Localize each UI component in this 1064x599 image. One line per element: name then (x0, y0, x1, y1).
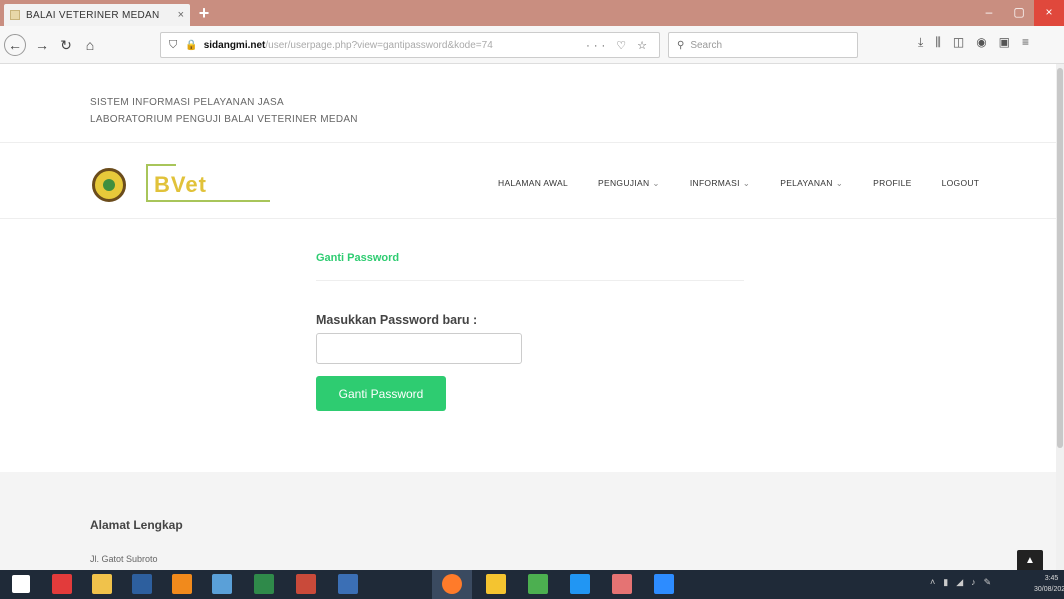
firefox-icon[interactable] (442, 574, 462, 594)
divider (0, 142, 1064, 143)
nav-label: INFORMASI (689, 178, 740, 188)
footer-title: Alamat Lengkap (90, 518, 183, 532)
header-line-2: LABORATORIUM PENGUJI BALAI VETERINER MED… (90, 114, 358, 125)
search-placeholder: Search (690, 39, 723, 51)
chevron-down-icon: ⌄ (742, 178, 751, 188)
back-icon[interactable]: ← (4, 34, 26, 56)
lock-icon[interactable]: 🔒 (185, 40, 197, 51)
taskbar: ˄ ▮ ◢ ♪ ✎ 3:45 30/08/2020 (0, 570, 1064, 599)
app-icon[interactable] (612, 574, 632, 594)
maximize-button[interactable]: ▢ (1004, 0, 1034, 26)
vlc-icon[interactable] (172, 574, 192, 594)
download-icon[interactable]: ⤓ (918, 35, 923, 50)
extension-icon[interactable]: ◉ (976, 35, 986, 50)
nav-item-informasi[interactable]: INFORMASI ⌄ (690, 178, 750, 189)
change-password-button[interactable]: Ganti Password (316, 376, 446, 411)
search-bar[interactable]: ⚲ Search (668, 32, 858, 58)
divider (0, 218, 1064, 219)
sublime-icon[interactable] (486, 574, 506, 594)
logo-text: BVet (154, 172, 207, 197)
logo-underline (160, 200, 270, 202)
forward-icon[interactable]: → (32, 35, 52, 55)
clock-time: 3:45 (1044, 575, 1059, 582)
divider (316, 280, 744, 281)
nav-item-logout[interactable]: LOGOUT (942, 178, 980, 189)
battery-icon[interactable]: ▮ (943, 577, 948, 588)
shield-icon[interactable]: ⛉ (169, 39, 177, 52)
url-host: sidangmi.net (203, 39, 266, 51)
nav-item-halaman-awal[interactable]: HALAMAN AWAL (498, 178, 568, 189)
search-icon: ⚲ (677, 39, 685, 51)
menu-icon[interactable]: ≡ (1022, 35, 1029, 50)
excel-icon[interactable] (254, 574, 274, 594)
nav-label: HALAMAN AWAL (498, 178, 569, 188)
file-explorer-icon[interactable] (92, 574, 112, 594)
browser-toolbar: ← → ↻ ⌂ ⛉ 🔒 sidangmi.net /user/userpage.… (0, 26, 1064, 64)
minimize-button[interactable]: – (974, 0, 1004, 26)
nav-item-profile[interactable]: PROFILE (873, 178, 911, 189)
password-label: Masukkan Password baru : (316, 313, 478, 327)
app-icon[interactable] (52, 574, 72, 594)
close-window-button[interactable]: × (1034, 0, 1064, 26)
app-icon[interactable] (296, 574, 316, 594)
chevron-down-icon: ⌄ (652, 178, 660, 188)
page-scrollbar[interactable] (1056, 64, 1064, 570)
nav-label: LOGOUT (941, 178, 980, 188)
nav-item-pelayanan[interactable]: PELAYANAN ⌄ (780, 178, 843, 189)
page-actions-icon[interactable]: ··· ♡ ☆ (586, 39, 651, 52)
app-icon[interactable] (528, 574, 548, 594)
header-line-1: SISTEM INFORMASI PELAYANAN JASA (90, 97, 284, 108)
system-tray: ˄ ▮ ◢ ♪ ✎ (930, 577, 991, 588)
start-icon[interactable] (12, 575, 30, 593)
network-icon[interactable]: ◢ (956, 577, 963, 588)
chevron-up-icon[interactable]: ˄ (930, 577, 935, 588)
bvet-logo[interactable]: BVet (146, 164, 270, 206)
url-path: /user/userpage.php?view=gantipassword&ko… (265, 39, 493, 51)
favicon-icon (10, 10, 20, 20)
scroll-to-top-button[interactable]: ▲ (1017, 550, 1043, 572)
app-icon[interactable] (338, 574, 358, 594)
taskbar-clock[interactable]: 3:45 30/08/2020 (1034, 573, 1064, 595)
reload-icon[interactable]: ↻ (56, 35, 76, 55)
close-tab-icon[interactable]: × (178, 9, 184, 21)
site-header-text: SISTEM INFORMASI PELAYANAN JASA LABORATO… (90, 94, 358, 128)
clock-date: 30/08/2020 (1034, 586, 1064, 593)
extension-icon[interactable]: ▣ (999, 35, 1010, 50)
nav-label: PELAYANAN (780, 178, 833, 188)
nav-item-pengujian[interactable]: PENGUJIAN ⌄ (598, 178, 660, 189)
footer-address: Jl. Gatot Subroto (90, 554, 158, 564)
library-icon[interactable]: ⫼ (935, 35, 941, 50)
app-icon[interactable] (212, 574, 232, 594)
chevron-down-icon: ⌄ (835, 178, 844, 188)
vscode-icon[interactable] (570, 574, 590, 594)
toolbar-icons: ⤓ ⫼ ◫ ◉ ▣ ≡ (918, 35, 1029, 50)
browser-tab[interactable]: BALAI VETERINER MEDAN × (4, 4, 190, 26)
nav-label: PENGUJIAN (598, 178, 650, 188)
main-nav: HALAMAN AWAL PENGUJIAN ⌄ INFORMASI ⌄ PELAY… (498, 178, 1009, 189)
new-password-input[interactable] (316, 333, 522, 364)
volume-icon[interactable]: ♪ (971, 577, 976, 588)
url-bar[interactable]: ⛉ 🔒 sidangmi.net /user/userpage.php?view… (160, 32, 660, 58)
nav-label: PROFILE (873, 178, 912, 188)
sidebar-icon[interactable]: ◫ (953, 35, 964, 50)
browser-titlebar: BALAI VETERINER MEDAN × + – ▢ × (0, 0, 1064, 26)
new-tab-button[interactable]: + (194, 4, 214, 24)
scrollbar-thumb[interactable] (1057, 68, 1063, 448)
zoom-icon[interactable] (654, 574, 674, 594)
notification-icon[interactable]: ✎ (984, 577, 992, 588)
section-title: Ganti Password (316, 252, 400, 264)
home-icon[interactable]: ⌂ (80, 35, 100, 55)
tab-title: BALAI VETERINER MEDAN (26, 9, 160, 21)
photoshop-icon[interactable] (132, 574, 152, 594)
emblem-logo-icon[interactable] (92, 168, 126, 202)
